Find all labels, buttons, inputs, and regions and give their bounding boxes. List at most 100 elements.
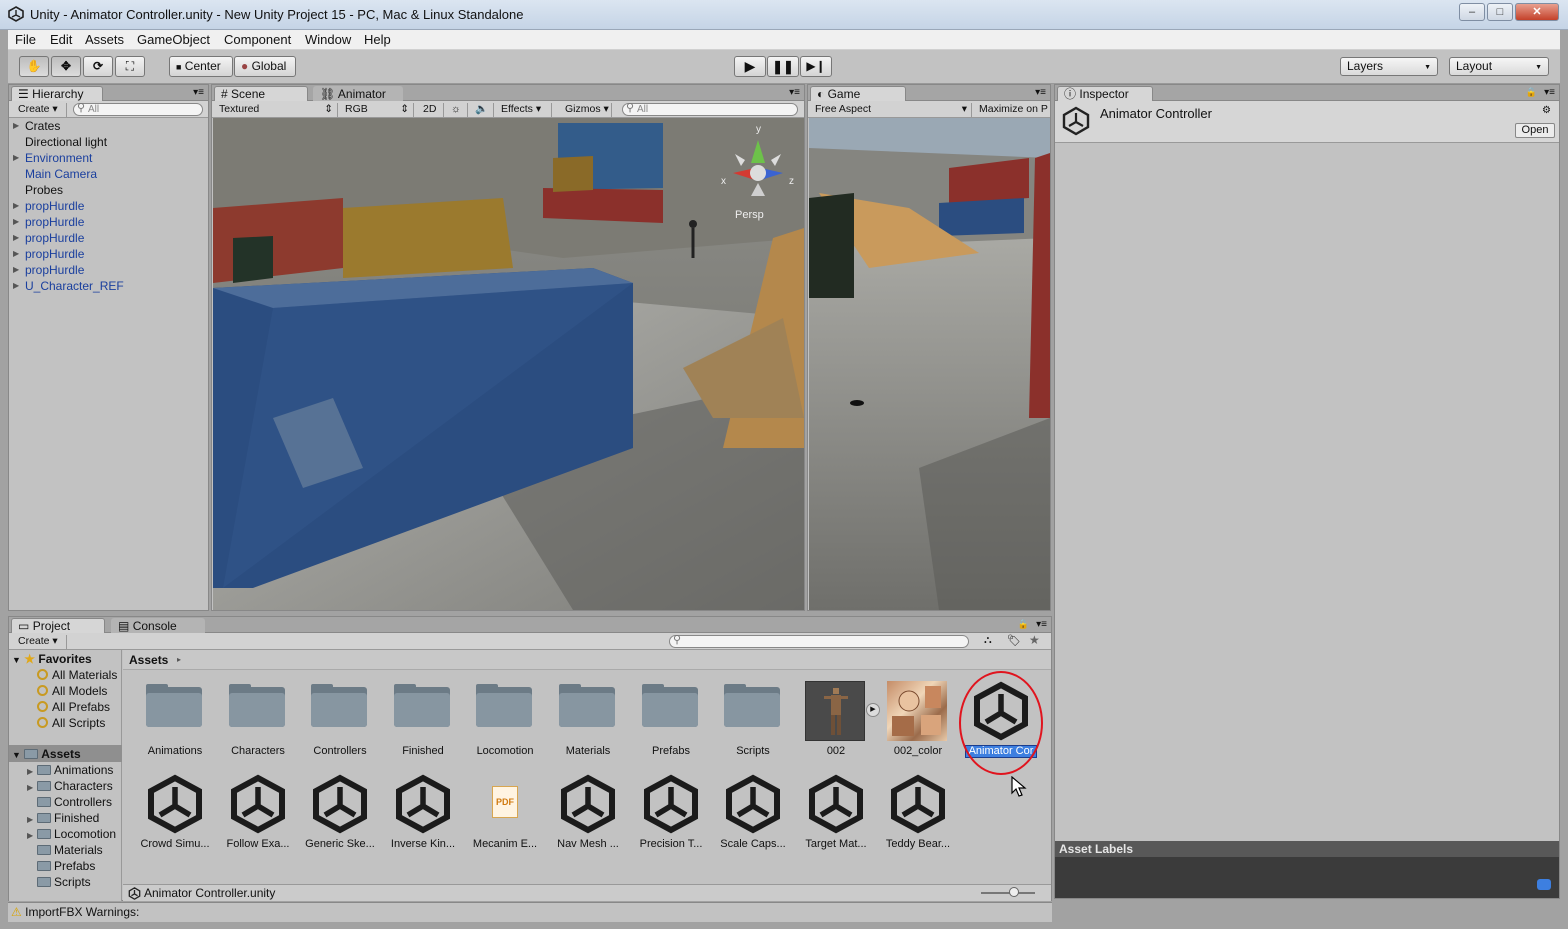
hierarchy-create-dropdown[interactable]: Create ▾	[13, 103, 67, 117]
asset-pdf[interactable]: PDF Mecanim E...	[465, 774, 545, 854]
asset-folder[interactable]: Materials	[548, 681, 628, 763]
play-button[interactable]: ▶	[734, 56, 766, 77]
filter-type-icon[interactable]: ⛬	[984, 634, 992, 647]
menu-component[interactable]: Component	[224, 32, 291, 47]
color-mode-dropdown[interactable]: RGB ⇕	[340, 103, 414, 117]
filter-label-icon[interactable]: 🏷	[1007, 634, 1021, 647]
open-button[interactable]: Open	[1515, 123, 1555, 138]
asset-scene[interactable]: Inverse Kin...	[383, 774, 463, 854]
menu-edit[interactable]: Edit	[50, 32, 72, 47]
gizmos-dropdown[interactable]: Gizmos ▾	[560, 103, 612, 117]
asset-animator-controller[interactable]: Animator Cor	[961, 681, 1041, 763]
pivot-global-button[interactable]: ● Global	[234, 56, 296, 77]
asset-texture[interactable]: 002_color	[878, 681, 958, 763]
toggle-2d-button[interactable]: 2D	[418, 103, 444, 117]
favorite-item[interactable]: All Prefabs	[37, 699, 110, 715]
asset-scene[interactable]: Generic Ske...	[300, 774, 380, 854]
tab-console[interactable]: ▤ Console	[111, 618, 205, 634]
zoom-slider-track[interactable]	[981, 892, 1035, 894]
status-text[interactable]: ImportFBX Warnings:	[25, 905, 139, 919]
project-search-input[interactable]	[669, 635, 969, 648]
step-button[interactable]: ▶❙	[800, 56, 832, 77]
hand-tool-button[interactable]: ✋	[19, 56, 49, 77]
asset-folder-item[interactable]: Materials	[27, 842, 103, 858]
favorite-star-icon[interactable]: ★	[1029, 633, 1040, 647]
scene-search-input[interactable]: All	[622, 103, 798, 116]
pause-button[interactable]: ❚❚	[767, 56, 799, 77]
tab-inspector[interactable]: ⓘ Inspector	[1057, 86, 1153, 102]
scene-viewport[interactable]: x y z Persp	[213, 118, 804, 610]
asset-folder[interactable]: Prefabs	[631, 681, 711, 763]
hierarchy-item[interactable]: Main Camera	[25, 166, 97, 182]
scale-tool-button[interactable]: ⛶	[115, 56, 145, 77]
panel-menu-icon[interactable]: ▾≡	[1035, 87, 1046, 98]
assets-node[interactable]: ▼ Assets	[12, 746, 81, 763]
asset-folder[interactable]: Characters	[218, 681, 298, 763]
menu-file[interactable]: File	[15, 32, 36, 47]
expand-arrow-icon[interactable]: ▶	[13, 262, 19, 278]
expand-arrow-icon[interactable]: ▶	[13, 198, 19, 214]
hierarchy-item[interactable]: ▶ propHurdle	[13, 246, 84, 262]
tab-scene[interactable]: # Scene	[214, 86, 308, 102]
asset-scene[interactable]: Teddy Bear...	[878, 774, 958, 854]
panel-menu-icon[interactable]: ▾≡	[789, 87, 800, 98]
menu-help[interactable]: Help	[364, 32, 391, 47]
hierarchy-item[interactable]: ▶ propHurdle	[13, 198, 84, 214]
hierarchy-item[interactable]: ▶ Crates	[13, 118, 60, 134]
asset-folder[interactable]: Animations	[135, 681, 215, 763]
layers-dropdown[interactable]: Layers	[1340, 57, 1438, 76]
rotate-tool-button[interactable]: ⟳	[83, 56, 113, 77]
tab-project[interactable]: ▭ Project	[11, 618, 105, 634]
effects-dropdown[interactable]: Effects ▾	[496, 103, 552, 117]
expand-arrow-icon[interactable]: ▶	[13, 230, 19, 246]
panel-menu-icon[interactable]: ▾≡	[1544, 87, 1555, 98]
hierarchy-item[interactable]: ▶ propHurdle	[13, 214, 84, 230]
panel-menu-icon[interactable]: ▾≡	[1036, 619, 1047, 630]
render-mode-dropdown[interactable]: Textured ⇕	[214, 103, 338, 117]
project-create-dropdown[interactable]: Create ▾	[13, 635, 67, 649]
asset-scene[interactable]: Follow Exa...	[218, 774, 298, 854]
expand-arrow-icon[interactable]: ▶	[13, 150, 19, 166]
lighting-toggle[interactable]: ☼	[446, 103, 468, 117]
lock-icon[interactable]: 🔒	[1526, 87, 1537, 98]
expand-arrow-icon[interactable]: ▶	[13, 214, 19, 230]
lock-icon[interactable]: 🔒	[1018, 619, 1029, 630]
move-tool-button[interactable]: ✥	[51, 56, 81, 77]
expand-arrow-icon[interactable]: ▶	[13, 118, 19, 134]
maximize-on-play-toggle[interactable]: Maximize on P	[974, 103, 1052, 117]
layout-dropdown[interactable]: Layout	[1449, 57, 1549, 76]
asset-folder[interactable]: Scripts	[713, 681, 793, 763]
menu-window[interactable]: Window	[305, 32, 351, 47]
pivot-center-button[interactable]: ■ Center	[169, 56, 233, 77]
zoom-slider-thumb[interactable]	[1009, 887, 1019, 897]
favorite-item[interactable]: All Models	[37, 683, 107, 699]
asset-scene[interactable]: Precision T...	[631, 774, 711, 854]
maximize-button[interactable]: □	[1487, 3, 1513, 21]
labels-button[interactable]	[1537, 879, 1551, 890]
hierarchy-item[interactable]: Directional light	[25, 134, 107, 150]
audio-toggle[interactable]: 🔈	[470, 103, 494, 117]
breadcrumb-assets[interactable]: Assets	[129, 653, 168, 667]
hierarchy-search-input[interactable]: All	[73, 103, 203, 116]
asset-scene[interactable]: Scale Caps...	[713, 774, 793, 854]
minimize-button[interactable]: ‒	[1459, 3, 1485, 21]
favorite-item[interactable]: All Materials	[37, 667, 117, 683]
asset-folder-item[interactable]: Prefabs	[27, 858, 95, 874]
asset-folder-item[interactable]: Controllers	[27, 794, 112, 810]
hierarchy-item[interactable]: ▶ propHurdle	[13, 262, 84, 278]
favorite-item[interactable]: All Scripts	[37, 715, 105, 731]
settings-gear-icon[interactable]: ⚙	[1542, 105, 1551, 116]
asset-folder-item[interactable]: Scripts	[27, 874, 91, 890]
menu-gameobject[interactable]: GameObject	[137, 32, 210, 47]
asset-folder[interactable]: Locomotion	[465, 681, 545, 763]
asset-scene[interactable]: Target Mat...	[796, 774, 876, 854]
tab-animator[interactable]: ⛓ Animator	[313, 86, 403, 102]
menu-assets[interactable]: Assets	[85, 32, 124, 47]
hierarchy-item[interactable]: ▶ Environment	[13, 150, 92, 166]
panel-menu-icon[interactable]: ▾≡	[193, 87, 204, 98]
asset-model[interactable]: ▶ 002	[796, 681, 880, 763]
tab-hierarchy[interactable]: ☰ Hierarchy	[11, 86, 103, 102]
hierarchy-item[interactable]: Probes	[25, 182, 63, 198]
close-button[interactable]: ✕	[1515, 3, 1559, 21]
asset-folder[interactable]: Finished	[383, 681, 463, 763]
